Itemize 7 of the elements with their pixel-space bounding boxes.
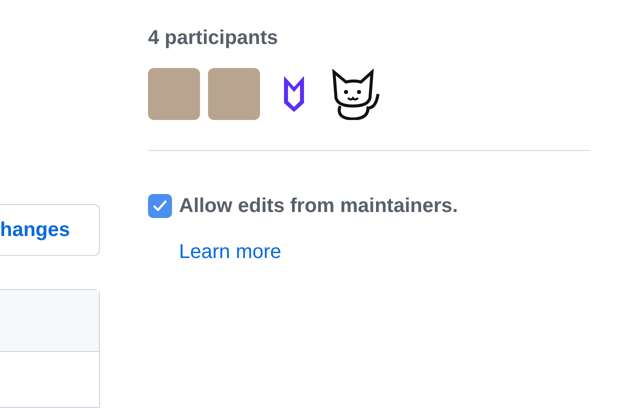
participants-heading: 4 participants <box>148 26 280 51</box>
learn-more-link[interactable]: Learn more <box>179 237 282 267</box>
view-changes-button[interactable]: hanges <box>0 204 100 256</box>
shield-logo-icon[interactable] <box>283 75 305 113</box>
check-icon <box>153 200 167 212</box>
checkbox[interactable] <box>148 194 172 218</box>
allow-edits-label: Allow edits from maintainers. <box>179 194 458 219</box>
